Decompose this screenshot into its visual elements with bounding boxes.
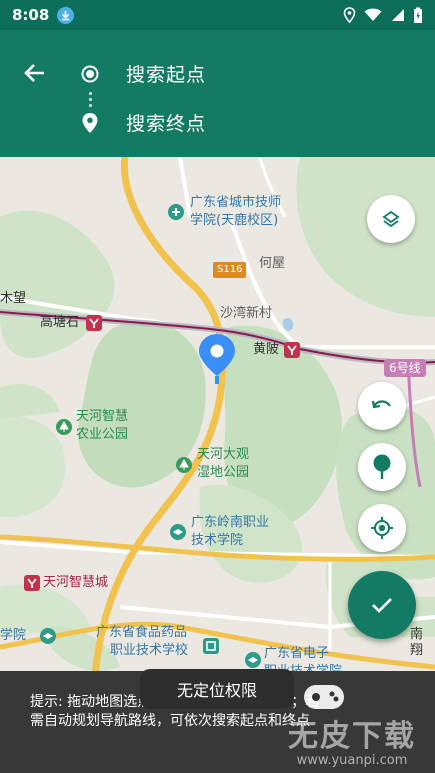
origin-dot-icon: [81, 65, 99, 82]
metro-station-icon: [24, 575, 40, 591]
signal-icon: [392, 9, 404, 21]
confirm-button[interactable]: [348, 571, 416, 639]
back-button[interactable]: [18, 58, 52, 88]
place-shawan-label: 沙湾新村: [220, 306, 273, 321]
metro-station-icon: [86, 315, 102, 331]
station-smart-city-label: 天河智慧城: [43, 575, 109, 590]
park-icon: [56, 419, 72, 435]
place-nanxiang-label: 南翔: [410, 627, 424, 658]
pin-icon: [373, 454, 391, 479]
watermark-logo: 无皮下载 www.yuanpi.com: [272, 673, 434, 773]
road-shield-s116: S116: [213, 262, 247, 278]
school-icon: [245, 652, 261, 668]
poi-tech-school-label: 广东省城市技师: [190, 195, 282, 210]
metro-line-6-badge: 6号线: [384, 359, 426, 377]
poi-electronics-label: 广东省电子: [264, 646, 330, 661]
search-start-label: 搜索起点: [126, 64, 207, 86]
download-icon: [57, 6, 75, 24]
search-start-field[interactable]: 搜索起点: [80, 60, 206, 87]
undo-button[interactable]: [358, 382, 406, 430]
undo-icon: [371, 400, 391, 409]
place-mushang-label: 木望: [0, 291, 27, 306]
poi-tianhe-park-label-2: 农业公园: [76, 427, 129, 442]
search-end-label: 搜索终点: [126, 113, 207, 135]
school-icon: [170, 524, 186, 540]
poi-wetland-label: 天河大观: [197, 447, 250, 462]
poi-lingnan-label-2: 技术学院: [191, 533, 244, 548]
place-marker-button[interactable]: [358, 443, 406, 491]
school-icon: [203, 638, 219, 654]
layers-icon: [382, 210, 400, 228]
poi-lingnan-label: 广东岭南职业: [191, 515, 270, 530]
poi-xueyuan-label: 学院: [0, 628, 27, 643]
check-icon: [372, 598, 392, 613]
status-bar: 8:08: [0, 0, 435, 30]
my-location-button[interactable]: [358, 504, 406, 552]
station-gaotangshi-label: 高塘石: [40, 315, 80, 330]
location-icon: [343, 7, 356, 23]
route-header: 搜索起点 搜索终点: [0, 30, 435, 157]
school-icon: [40, 628, 56, 644]
poi-food-school-label-2: 职业技术学校: [110, 643, 189, 658]
place-heiwu-label: 何屋: [259, 256, 286, 271]
school-icon: [168, 204, 184, 220]
watermark-url: www.yuanpi.com: [296, 753, 408, 768]
layers-button[interactable]: [367, 195, 415, 243]
park-icon: [176, 457, 192, 473]
metro-station-icon: [284, 342, 300, 358]
status-time: 8:08: [12, 6, 50, 24]
no-permission-toast: 无定位权限: [140, 669, 294, 709]
battery-icon: [414, 7, 422, 23]
route-connector: [89, 92, 93, 110]
wifi-icon: [364, 8, 382, 21]
poi-tianhe-park-label: 天河智慧: [76, 409, 129, 424]
map-center-pin-icon: [199, 334, 235, 384]
poi-food-school-label: 广东省食品药品: [96, 625, 188, 640]
poi-tech-school-label-2: 学院(天鹿校区): [190, 213, 279, 228]
crosshair-icon: [371, 517, 393, 539]
back-arrow-icon: [24, 64, 44, 82]
destination-pin-icon: [82, 112, 98, 133]
station-huangpi-label: 黄陂: [253, 342, 280, 357]
watermark-brand: 无皮下载: [288, 719, 416, 754]
poi-wetland-label-2: 湿地公园: [197, 465, 250, 480]
search-end-field[interactable]: 搜索终点: [80, 109, 206, 136]
